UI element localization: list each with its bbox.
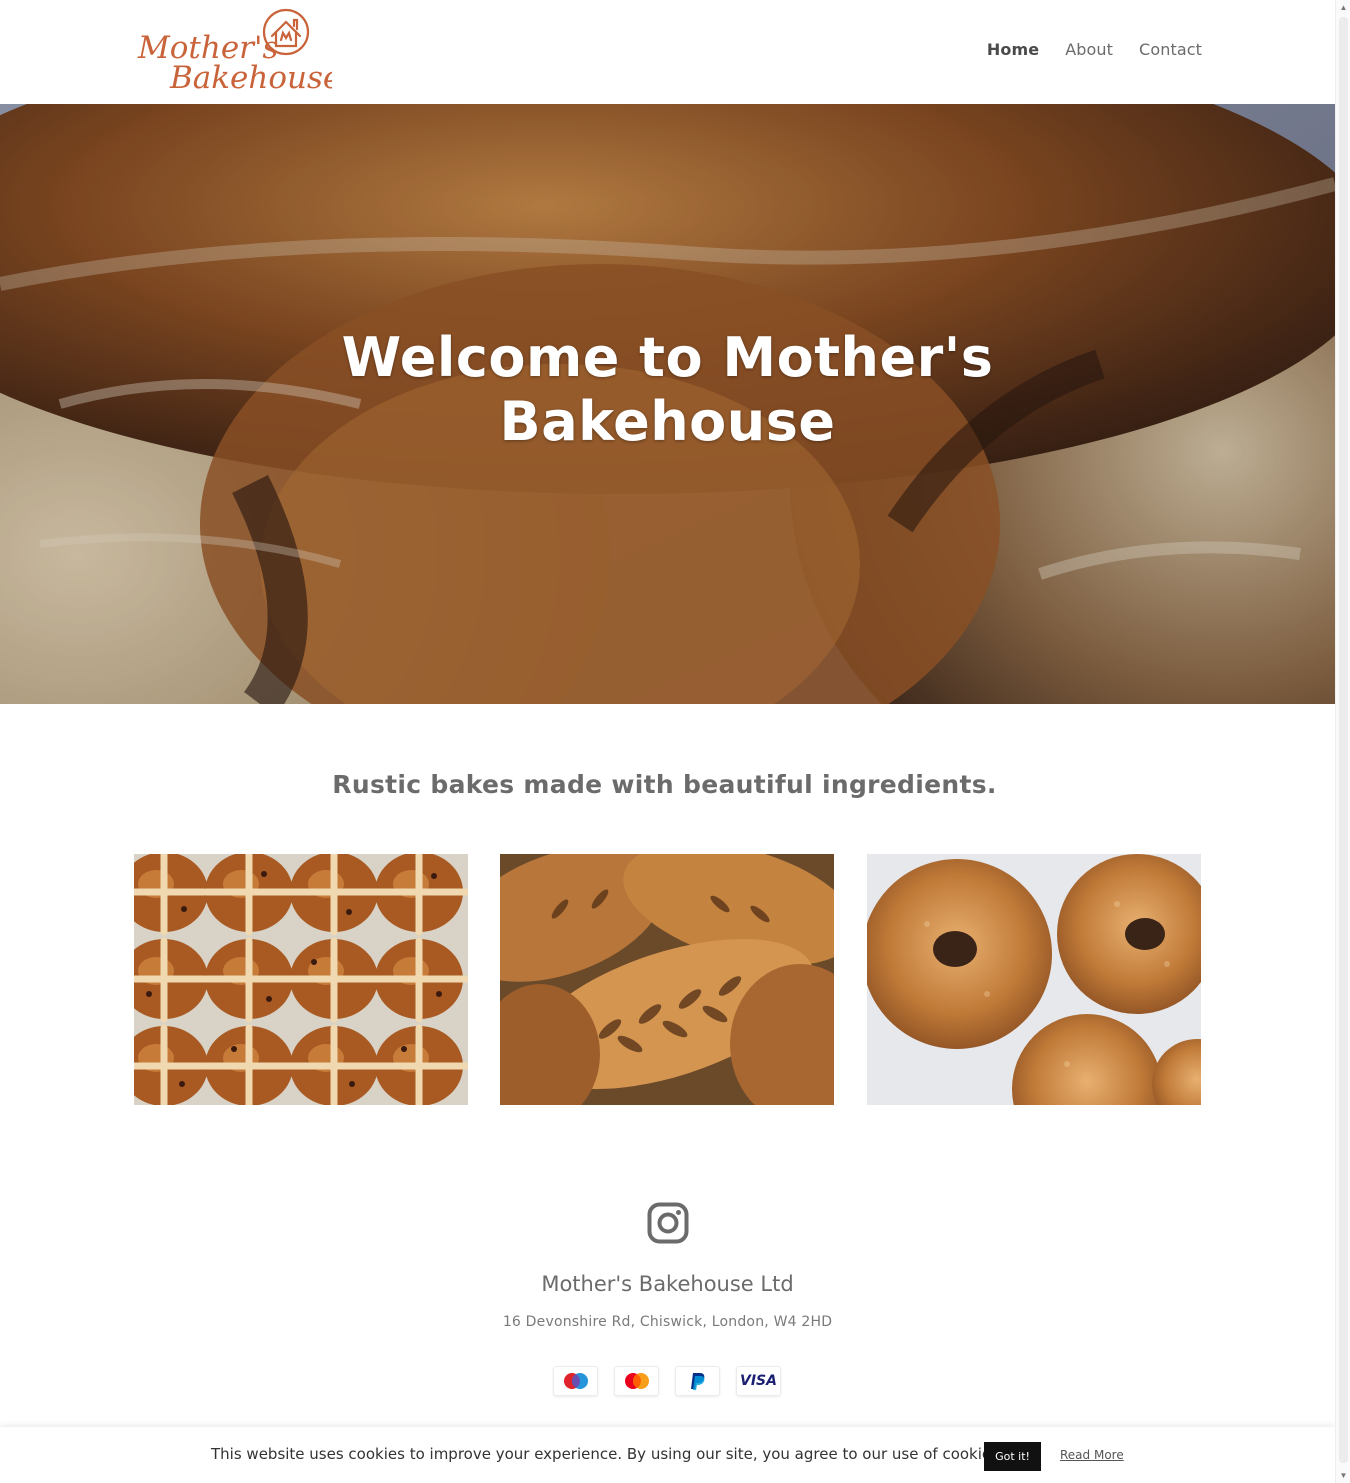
tagline: Rustic bakes made with beautiful ingredi… xyxy=(332,770,997,799)
company-address: 16 Devonshire Rd, Chiswick, London, W4 2… xyxy=(502,1314,833,1330)
payment-methods: VISA xyxy=(553,1366,781,1396)
nav-home[interactable]: Home xyxy=(987,40,1039,59)
hero-title-line-1: Welcome to Mother's xyxy=(341,326,994,389)
gallery-image-fougasse[interactable] xyxy=(500,854,834,1105)
main-nav: Home About Contact xyxy=(987,40,1202,59)
product-gallery xyxy=(134,854,1201,1105)
site-header: Mother's Bakehouse Home About Contact xyxy=(0,0,1335,104)
cookie-message: This website uses cookies to improve you… xyxy=(211,1445,1004,1463)
scroll-thumb[interactable] xyxy=(1339,17,1348,1463)
gallery-image-hot-cross-buns[interactable] xyxy=(134,854,468,1105)
visa-icon: VISA xyxy=(736,1366,781,1396)
svg-text:Bakehouse: Bakehouse xyxy=(169,60,332,96)
gallery-image-bagels[interactable] xyxy=(867,854,1201,1105)
hero-title-line-2: Bakehouse xyxy=(499,390,836,453)
company-name: Mother's Bakehouse Ltd xyxy=(541,1272,794,1296)
hero-banner: Welcome to Mother's Bakehouse xyxy=(0,104,1335,704)
scroll-up-arrow-icon[interactable]: ▲ xyxy=(1336,0,1350,15)
scroll-down-arrow-icon[interactable]: ▼ xyxy=(1336,1468,1350,1483)
maestro-icon xyxy=(553,1366,598,1396)
nav-contact[interactable]: Contact xyxy=(1139,40,1202,59)
nav-about[interactable]: About xyxy=(1065,40,1113,59)
cookie-banner: This website uses cookies to improve you… xyxy=(0,1427,1335,1483)
vertical-scrollbar[interactable]: ▲ ▼ xyxy=(1335,0,1350,1483)
paypal-icon xyxy=(675,1366,720,1396)
visa-label: VISA xyxy=(740,1373,777,1389)
cookie-read-more-link[interactable]: Read More xyxy=(1060,1448,1124,1462)
logo[interactable]: Mother's Bakehouse xyxy=(136,6,341,98)
instagram-icon[interactable] xyxy=(647,1202,689,1244)
cookie-accept-button[interactable]: Got it! xyxy=(984,1442,1041,1471)
hero-title: Welcome to Mother's Bakehouse xyxy=(0,326,1335,454)
mastercard-icon xyxy=(614,1366,659,1396)
page: Mother's Bakehouse Home About Contact We… xyxy=(0,0,1335,1483)
